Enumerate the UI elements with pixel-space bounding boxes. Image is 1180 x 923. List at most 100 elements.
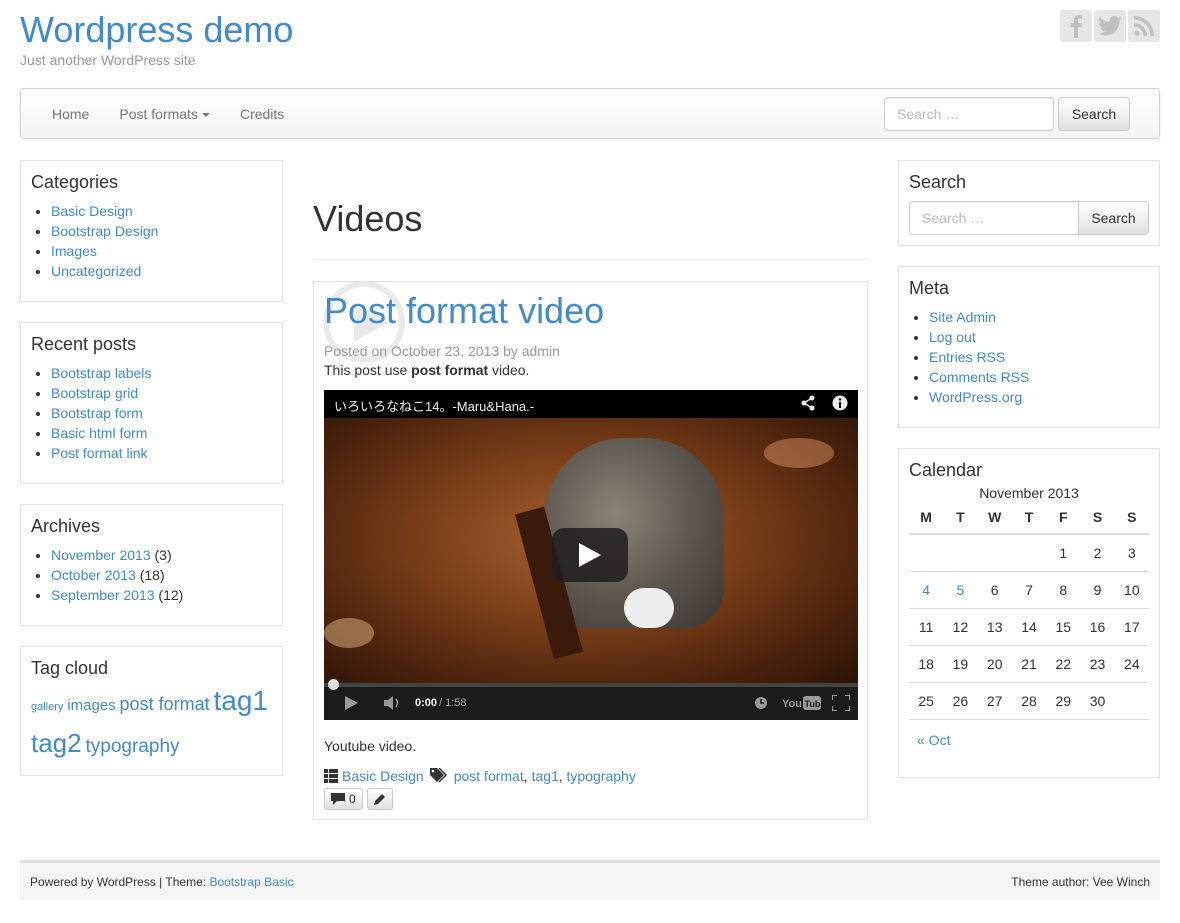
calendar-day-header: S (1114, 509, 1149, 535)
twitter-icon[interactable] (1094, 10, 1126, 42)
footer-powered: Powered by WordPress | Theme: (30, 875, 207, 889)
calendar-title: Calendar (909, 460, 983, 480)
meta-link[interactable]: Site Admin (929, 309, 996, 325)
recent-post-link[interactable]: Basic html form (51, 425, 147, 441)
meta-link[interactable]: Comments RSS (929, 369, 1029, 385)
recent-post-link[interactable]: Bootstrap labels (51, 365, 151, 381)
edit-button[interactable] (366, 788, 393, 810)
calendar-day: 26 (943, 682, 978, 720)
archive-link[interactable]: October 2013 (51, 567, 136, 583)
calendar-day-header: S (1080, 509, 1115, 535)
calendar-day: 19 (943, 645, 978, 683)
site-title[interactable]: Wordpress demo (20, 10, 293, 50)
info-icon[interactable] (832, 395, 848, 414)
category-link[interactable]: Images (51, 243, 97, 259)
caret-down-icon (201, 112, 210, 117)
post-date[interactable]: October 23, 2013 (391, 343, 499, 359)
watch-later-icon[interactable] (754, 696, 768, 713)
calendar-day-link[interactable]: 4 (922, 582, 930, 598)
calendar-day: 14 (1011, 608, 1047, 646)
calendar-day: 5 (943, 571, 978, 609)
calendar-day (1114, 682, 1149, 720)
category-link[interactable]: Basic Design (51, 203, 133, 219)
tag-link[interactable]: images (67, 697, 115, 714)
video-thumbnail-detail (624, 588, 674, 628)
tag-link[interactable]: tag2 (31, 728, 82, 758)
fullscreen-icon[interactable] (831, 694, 851, 714)
nav-credits[interactable]: Credits (225, 106, 299, 122)
post-author[interactable]: admin (522, 343, 560, 359)
post-category-link[interactable]: Basic Design (342, 768, 424, 784)
play-button[interactable] (552, 528, 628, 582)
play-small-icon[interactable] (344, 696, 358, 713)
tag-link[interactable]: typography (86, 736, 180, 757)
archive-link[interactable]: November 2013 (51, 547, 151, 563)
calendar-day: 4 (909, 571, 944, 609)
youtube-logo-icon[interactable]: YouTube (782, 694, 825, 715)
pencil-icon (373, 794, 385, 805)
svg-text:You: You (782, 698, 802, 710)
recent-post-link[interactable]: Bootstrap grid (51, 385, 138, 401)
intro-text: This post use (324, 362, 408, 378)
calendar-prev-link[interactable]: « Oct (917, 732, 950, 748)
rss-icon[interactable] (1128, 10, 1160, 42)
category-link[interactable]: Bootstrap Design (51, 223, 158, 239)
category-link[interactable]: Uncategorized (51, 263, 141, 279)
meta-link[interactable]: Log out (929, 329, 976, 345)
meta-link[interactable]: WordPress.org (929, 389, 1022, 405)
post-tag-link[interactable]: tag1 (532, 768, 559, 784)
calendar-day-header: M (909, 509, 944, 535)
calendar-week: 4 5 6 7 8 9 10 (909, 571, 1149, 609)
sidebar-search-button[interactable]: Search (1079, 201, 1149, 235)
calendar-week: 123 (909, 534, 1149, 572)
facebook-icon[interactable] (1060, 10, 1092, 42)
nav-search-input[interactable] (884, 97, 1054, 131)
calendar-day: 25 (909, 682, 944, 720)
recent-post-link[interactable]: Bootstrap form (51, 405, 143, 421)
comments-button[interactable]: 0 (324, 788, 363, 810)
recent-post-link[interactable]: Post format link (51, 445, 147, 461)
divider (313, 259, 868, 260)
video-title[interactable]: いろいろなねこ14。-Maru&Hana.- (334, 399, 534, 414)
svg-text:Tube: Tube (805, 699, 823, 709)
footer-theme-link[interactable]: Bootstrap Basic (209, 875, 293, 889)
calendar-day-link[interactable]: 5 (957, 582, 965, 598)
calendar-day: 17 (1114, 608, 1149, 646)
tag-cloud-title: Tag cloud (31, 658, 109, 678)
post-tag-link[interactable]: post format (454, 768, 524, 784)
recent-posts-widget: Recent posts Bootstrap labels Bootstrap … (20, 322, 283, 484)
meta-title: Meta (909, 278, 950, 298)
nav-search-button[interactable]: Search (1058, 97, 1130, 131)
post-tag-link[interactable]: typography (567, 768, 636, 784)
calendar-day: 22 (1046, 645, 1081, 683)
tag-link[interactable]: gallery (31, 701, 63, 713)
recent-posts-title: Recent posts (31, 334, 137, 354)
calendar-day (1011, 534, 1047, 572)
nav-home[interactable]: Home (37, 106, 104, 122)
tag-link[interactable]: tag1 (213, 685, 268, 716)
post-title[interactable]: Post format video (324, 290, 604, 332)
calendar-day-header: W (977, 509, 1012, 535)
calendar-week: 11 12 13 14 15 16 17 (909, 608, 1149, 646)
sidebar-search-input[interactable] (909, 201, 1079, 235)
intro-text-end: video. (492, 362, 530, 378)
archive-count: (18) (139, 567, 165, 583)
calendar-day: 18 (909, 645, 944, 683)
posted-on-label: Posted on (324, 343, 388, 359)
archives-widget: Archives November 2013 (3) October 2013 … (20, 504, 283, 626)
progress-knob[interactable] (328, 679, 339, 690)
tag-link[interactable]: post format (120, 694, 210, 714)
meta-link[interactable]: Entries RSS (929, 349, 1005, 365)
calendar-day: 3 (1114, 534, 1149, 572)
nav-post-formats[interactable]: Post formats (104, 106, 225, 122)
share-icon[interactable] (800, 395, 816, 414)
play-icon (579, 543, 601, 567)
youtube-video-player[interactable]: いろいろなねこ14。-Maru&Hana.- 0:00 / 1:58 You T… (324, 390, 858, 720)
calendar-day (909, 534, 944, 572)
calendar-day: 9 (1080, 571, 1115, 609)
calendar-day: 23 (1080, 645, 1115, 683)
volume-icon[interactable] (384, 696, 402, 713)
video-thumbnail-plate (764, 438, 834, 468)
video-progress-bar[interactable] (324, 679, 858, 690)
archive-link[interactable]: September 2013 (51, 587, 155, 603)
